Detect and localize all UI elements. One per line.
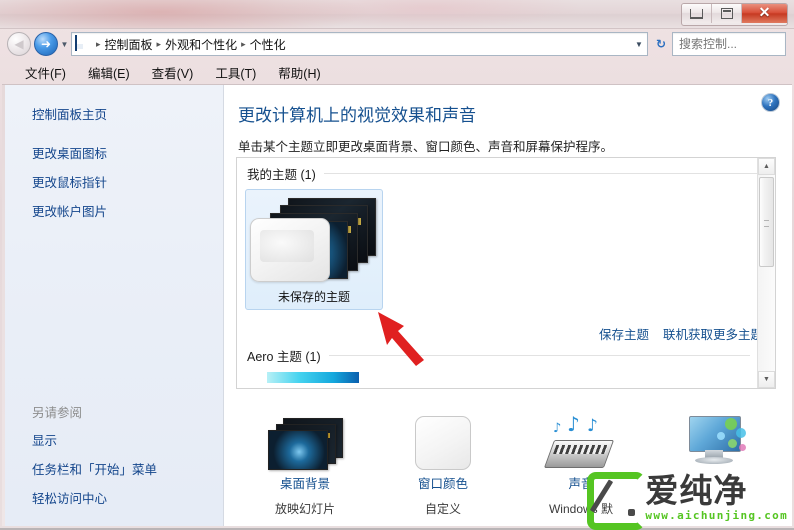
- window-controls: ✕: [681, 3, 788, 26]
- minimize-icon: [690, 8, 703, 19]
- back-button[interactable]: ◀: [7, 32, 31, 56]
- minimize-button[interactable]: [682, 4, 712, 23]
- menu-view[interactable]: 查看(V): [141, 61, 205, 84]
- page-subtitle: 单击某个主题立即更改桌面背景、窗口颜色、声音和屏幕保护程序。: [238, 140, 614, 154]
- chevron-down-icon: ▼: [763, 376, 770, 383]
- maximize-button[interactable]: [712, 4, 742, 23]
- sidebar-item-control-panel-home[interactable]: 控制面板主页: [2, 99, 223, 128]
- forward-button[interactable]: ➜: [34, 32, 58, 56]
- group-divider: [328, 355, 750, 356]
- navigation-bar: ◀ ➜ ▼ ▸ 控制面板 ▸ 外观和个性化 ▸ 个性化 ▼ ↻: [0, 28, 794, 60]
- theme-group-label: 我的主题 (1): [247, 168, 316, 182]
- sidebar-item-display[interactable]: 显示: [2, 425, 223, 454]
- address-bar[interactable]: ▸ 控制面板 ▸ 外观和个性化 ▸ 个性化 ▼: [71, 32, 648, 56]
- theme-list-panel[interactable]: 我的主题 (1) 未保存的主题 保存主题 联机获取更多主题 Aero 主题 (1…: [236, 157, 776, 389]
- personalization-window: ✕ ◀ ➜ ▼ ▸ 控制面板 ▸ 外观和个性化 ▸ 个性化 ▼ ↻ 文件(F) …: [0, 0, 794, 530]
- refresh-icon: ↻: [655, 37, 667, 51]
- theme-group-header-my-themes: 我的主题 (1): [237, 158, 775, 183]
- sound-icon: ♪ ♪ ♪: [512, 408, 650, 470]
- maximize-icon: [720, 8, 733, 19]
- window-body: 控制面板主页 更改桌面图标 更改鼠标指针 更改帐户图片 另请参阅 显示 任务栏和…: [2, 84, 792, 526]
- option-window-color[interactable]: 窗口颜色 自定义: [374, 408, 512, 520]
- help-button[interactable]: ?: [761, 93, 780, 112]
- group-divider: [323, 173, 767, 174]
- sidebar-item-taskbar-start-menu[interactable]: 任务栏和「开始」菜单: [2, 454, 223, 483]
- main-content: ? 更改计算机上的视觉效果和声音 单击某个主题立即更改桌面背景、窗口颜色、声音和…: [224, 85, 792, 526]
- option-label[interactable]: 窗口颜色: [374, 470, 512, 492]
- scroll-down-button[interactable]: ▼: [758, 371, 775, 388]
- search-input[interactable]: [673, 36, 794, 52]
- chevron-up-icon: ▲: [763, 163, 770, 170]
- theme-tile-label: 未保存的主题: [277, 290, 350, 304]
- option-label[interactable]: 桌面背景: [236, 470, 374, 492]
- menu-tools[interactable]: 工具(T): [204, 61, 267, 84]
- brand-logo-icon: [587, 472, 646, 530]
- control-panel-icon: [75, 35, 93, 52]
- title-bar: ✕: [0, 0, 794, 29]
- screensaver-monitor-icon: [650, 408, 788, 470]
- menu-bar: 文件(F) 编辑(E) 查看(V) 工具(T) 帮助(H): [0, 60, 794, 84]
- wallpaper-stack-icon: [236, 408, 374, 470]
- sidebar: 控制面板主页 更改桌面图标 更改鼠标指针 更改帐户图片 另请参阅 显示 任务栏和…: [2, 85, 224, 526]
- refresh-button[interactable]: ↻: [650, 37, 672, 51]
- watermark: 爱纯净 www.aichunjing.com: [587, 471, 788, 530]
- sidebar-item-change-mouse-pointers[interactable]: 更改鼠标指针: [2, 167, 223, 196]
- chevron-down-icon: ▼: [60, 39, 69, 49]
- menu-edit[interactable]: 编辑(E): [77, 61, 141, 84]
- page-title: 更改计算机上的视觉效果和声音: [238, 106, 476, 125]
- address-dropdown-icon[interactable]: ▼: [631, 40, 647, 49]
- theme-panel-scrollbar[interactable]: ▲ ▼: [757, 158, 775, 388]
- sidebar-item-change-desktop-icons[interactable]: 更改桌面图标: [2, 138, 223, 167]
- watermark-url: www.aichunjing.com: [645, 509, 788, 522]
- sidebar-see-also-section: 另请参阅 显示 任务栏和「开始」菜单 轻松访问中心: [2, 398, 223, 512]
- menu-file[interactable]: 文件(F): [14, 61, 77, 84]
- breadcrumb-item-appearance[interactable]: 外观和个性化: [162, 36, 240, 53]
- menu-help[interactable]: 帮助(H): [267, 61, 331, 84]
- scroll-up-button[interactable]: ▲: [758, 158, 775, 175]
- theme-thumbnail: [250, 196, 378, 284]
- aero-theme-thumbnail[interactable]: [267, 372, 359, 383]
- help-icon: ?: [767, 96, 774, 109]
- history-dropdown-button[interactable]: ▼: [58, 33, 71, 55]
- option-value: 放映幻灯片: [274, 502, 335, 516]
- theme-tile-unsaved[interactable]: 未保存的主题: [245, 189, 383, 310]
- close-button[interactable]: ✕: [742, 4, 787, 23]
- search-box[interactable]: [672, 32, 794, 56]
- sidebar-item-change-account-picture[interactable]: 更改帐户图片: [2, 196, 223, 225]
- watermark-brand: 爱纯净: [645, 471, 748, 510]
- sidebar-item-ease-of-access-center[interactable]: 轻松访问中心: [2, 483, 223, 512]
- window-color-icon: [374, 408, 512, 470]
- close-icon: ✕: [758, 5, 771, 21]
- option-value: 自定义: [424, 502, 461, 516]
- breadcrumb-item-control-panel[interactable]: 控制面板: [102, 36, 156, 53]
- breadcrumb-item-personalization[interactable]: 个性化: [247, 36, 289, 53]
- theme-group-header-aero: Aero 主题 (1): [237, 340, 758, 365]
- sidebar-see-also-header: 另请参阅: [32, 406, 83, 420]
- back-arrow-icon: ◀: [14, 37, 24, 51]
- option-desktop-background[interactable]: 桌面背景 放映幻灯片: [236, 408, 374, 520]
- scrollbar-thumb[interactable]: [759, 177, 774, 267]
- forward-arrow-icon: ➜: [40, 37, 52, 51]
- theme-group-label: Aero 主题 (1): [247, 350, 321, 364]
- theme-preview-card: [250, 218, 330, 282]
